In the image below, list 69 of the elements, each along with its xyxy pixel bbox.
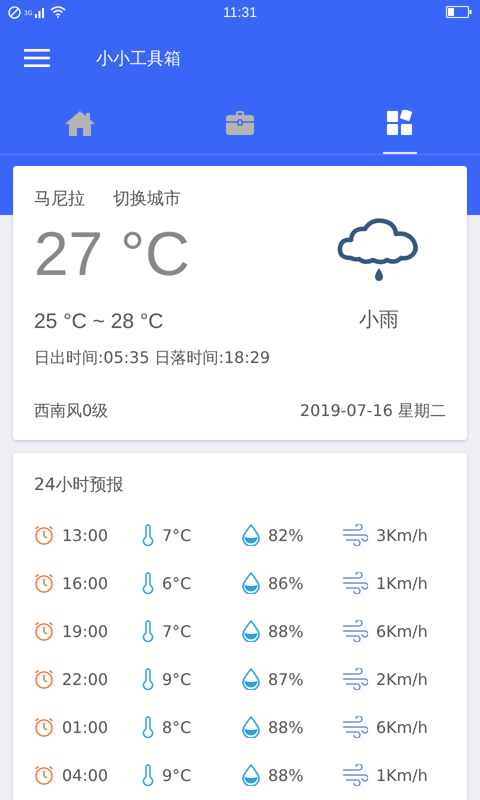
forecast-temperature: 7°C: [162, 622, 192, 640]
wind-icon: [342, 572, 368, 594]
do-not-disturb-icon: [8, 6, 21, 18]
widgets-icon: [387, 110, 413, 136]
wind-icon: [342, 668, 368, 690]
forecast-temperature: 7°C: [162, 526, 192, 544]
wind-icon: [342, 764, 368, 786]
forecast-temperature: 6°C: [162, 574, 192, 592]
alarm-clock-icon: [34, 573, 54, 593]
weather-condition: 小雨: [359, 306, 399, 333]
battery-icon: [446, 6, 472, 18]
forecast-time: 04:00: [62, 766, 108, 784]
tab-indicator: [383, 152, 417, 154]
wifi-icon: [50, 6, 66, 18]
home-icon: [64, 110, 96, 136]
forecast-title: 24小时预报: [34, 474, 125, 496]
rain-cloud-icon: [337, 218, 421, 282]
alarm-clock-icon: [34, 717, 54, 737]
city-name: 马尼拉: [34, 188, 85, 210]
forecast-humidity: 86%: [268, 574, 304, 592]
forecast-humidity: 82%: [268, 526, 304, 544]
forecast-temperature: 9°C: [162, 670, 192, 688]
forecast-temperature: 9°C: [162, 766, 192, 784]
clock-time: 11:31: [223, 4, 257, 20]
switch-city-link[interactable]: 切换城市: [113, 187, 181, 210]
thermometer-icon: [142, 572, 154, 594]
alarm-clock-icon: [34, 765, 54, 785]
thermometer-icon: [142, 524, 154, 546]
forecast-wind: 2Km/h: [376, 670, 428, 688]
alarm-clock-icon: [34, 669, 54, 689]
forecast-time: 16:00: [62, 574, 108, 592]
wind-level: 西南风0级: [34, 401, 108, 422]
temperature-range: 25 °C ~ 28 °C: [34, 310, 164, 334]
water-drop-icon: [242, 668, 260, 690]
water-drop-icon: [242, 620, 260, 642]
thermometer-icon: [142, 764, 154, 786]
water-drop-icon: [242, 572, 260, 594]
wind-icon: [342, 524, 368, 546]
water-drop-icon: [242, 716, 260, 738]
water-drop-icon: [242, 764, 260, 786]
alarm-clock-icon: [34, 621, 54, 641]
thermometer-icon: [142, 668, 154, 690]
forecast-wind: 6Km/h: [376, 622, 428, 640]
thermometer-icon: [142, 716, 154, 738]
forecast-time: 01:00: [62, 718, 108, 736]
wind-icon: [342, 716, 368, 738]
menu-button[interactable]: [24, 49, 50, 67]
forecast-humidity: 87%: [268, 670, 304, 688]
briefcase-icon: [226, 111, 254, 135]
forecast-wind: 3Km/h: [376, 526, 428, 544]
forecast-wind: 6Km/h: [376, 718, 428, 736]
thermometer-icon: [142, 620, 154, 642]
forecast-time: 19:00: [62, 622, 108, 640]
forecast-time: 13:00: [62, 526, 108, 544]
forecast-humidity: 88%: [268, 766, 304, 784]
date-text: 2019-07-16 星期二: [300, 401, 446, 422]
forecast-wind: 1Km/h: [376, 766, 428, 784]
forecast-humidity: 88%: [268, 718, 304, 736]
forecast-time: 22:00: [62, 670, 108, 688]
menu-icon: [24, 49, 50, 67]
wind-icon: [342, 620, 368, 642]
water-drop-icon: [242, 524, 260, 546]
sunrise-sunset: 日出时间:05:35 日落时间:18:29: [34, 348, 272, 369]
forecast-temperature: 8°C: [162, 718, 192, 736]
forecast-wind: 1Km/h: [376, 574, 428, 592]
alarm-clock-icon: [34, 525, 54, 545]
forecast-humidity: 88%: [268, 622, 304, 640]
app-title: 小小工具箱: [96, 48, 181, 70]
current-temperature: 27 °C: [34, 224, 191, 286]
